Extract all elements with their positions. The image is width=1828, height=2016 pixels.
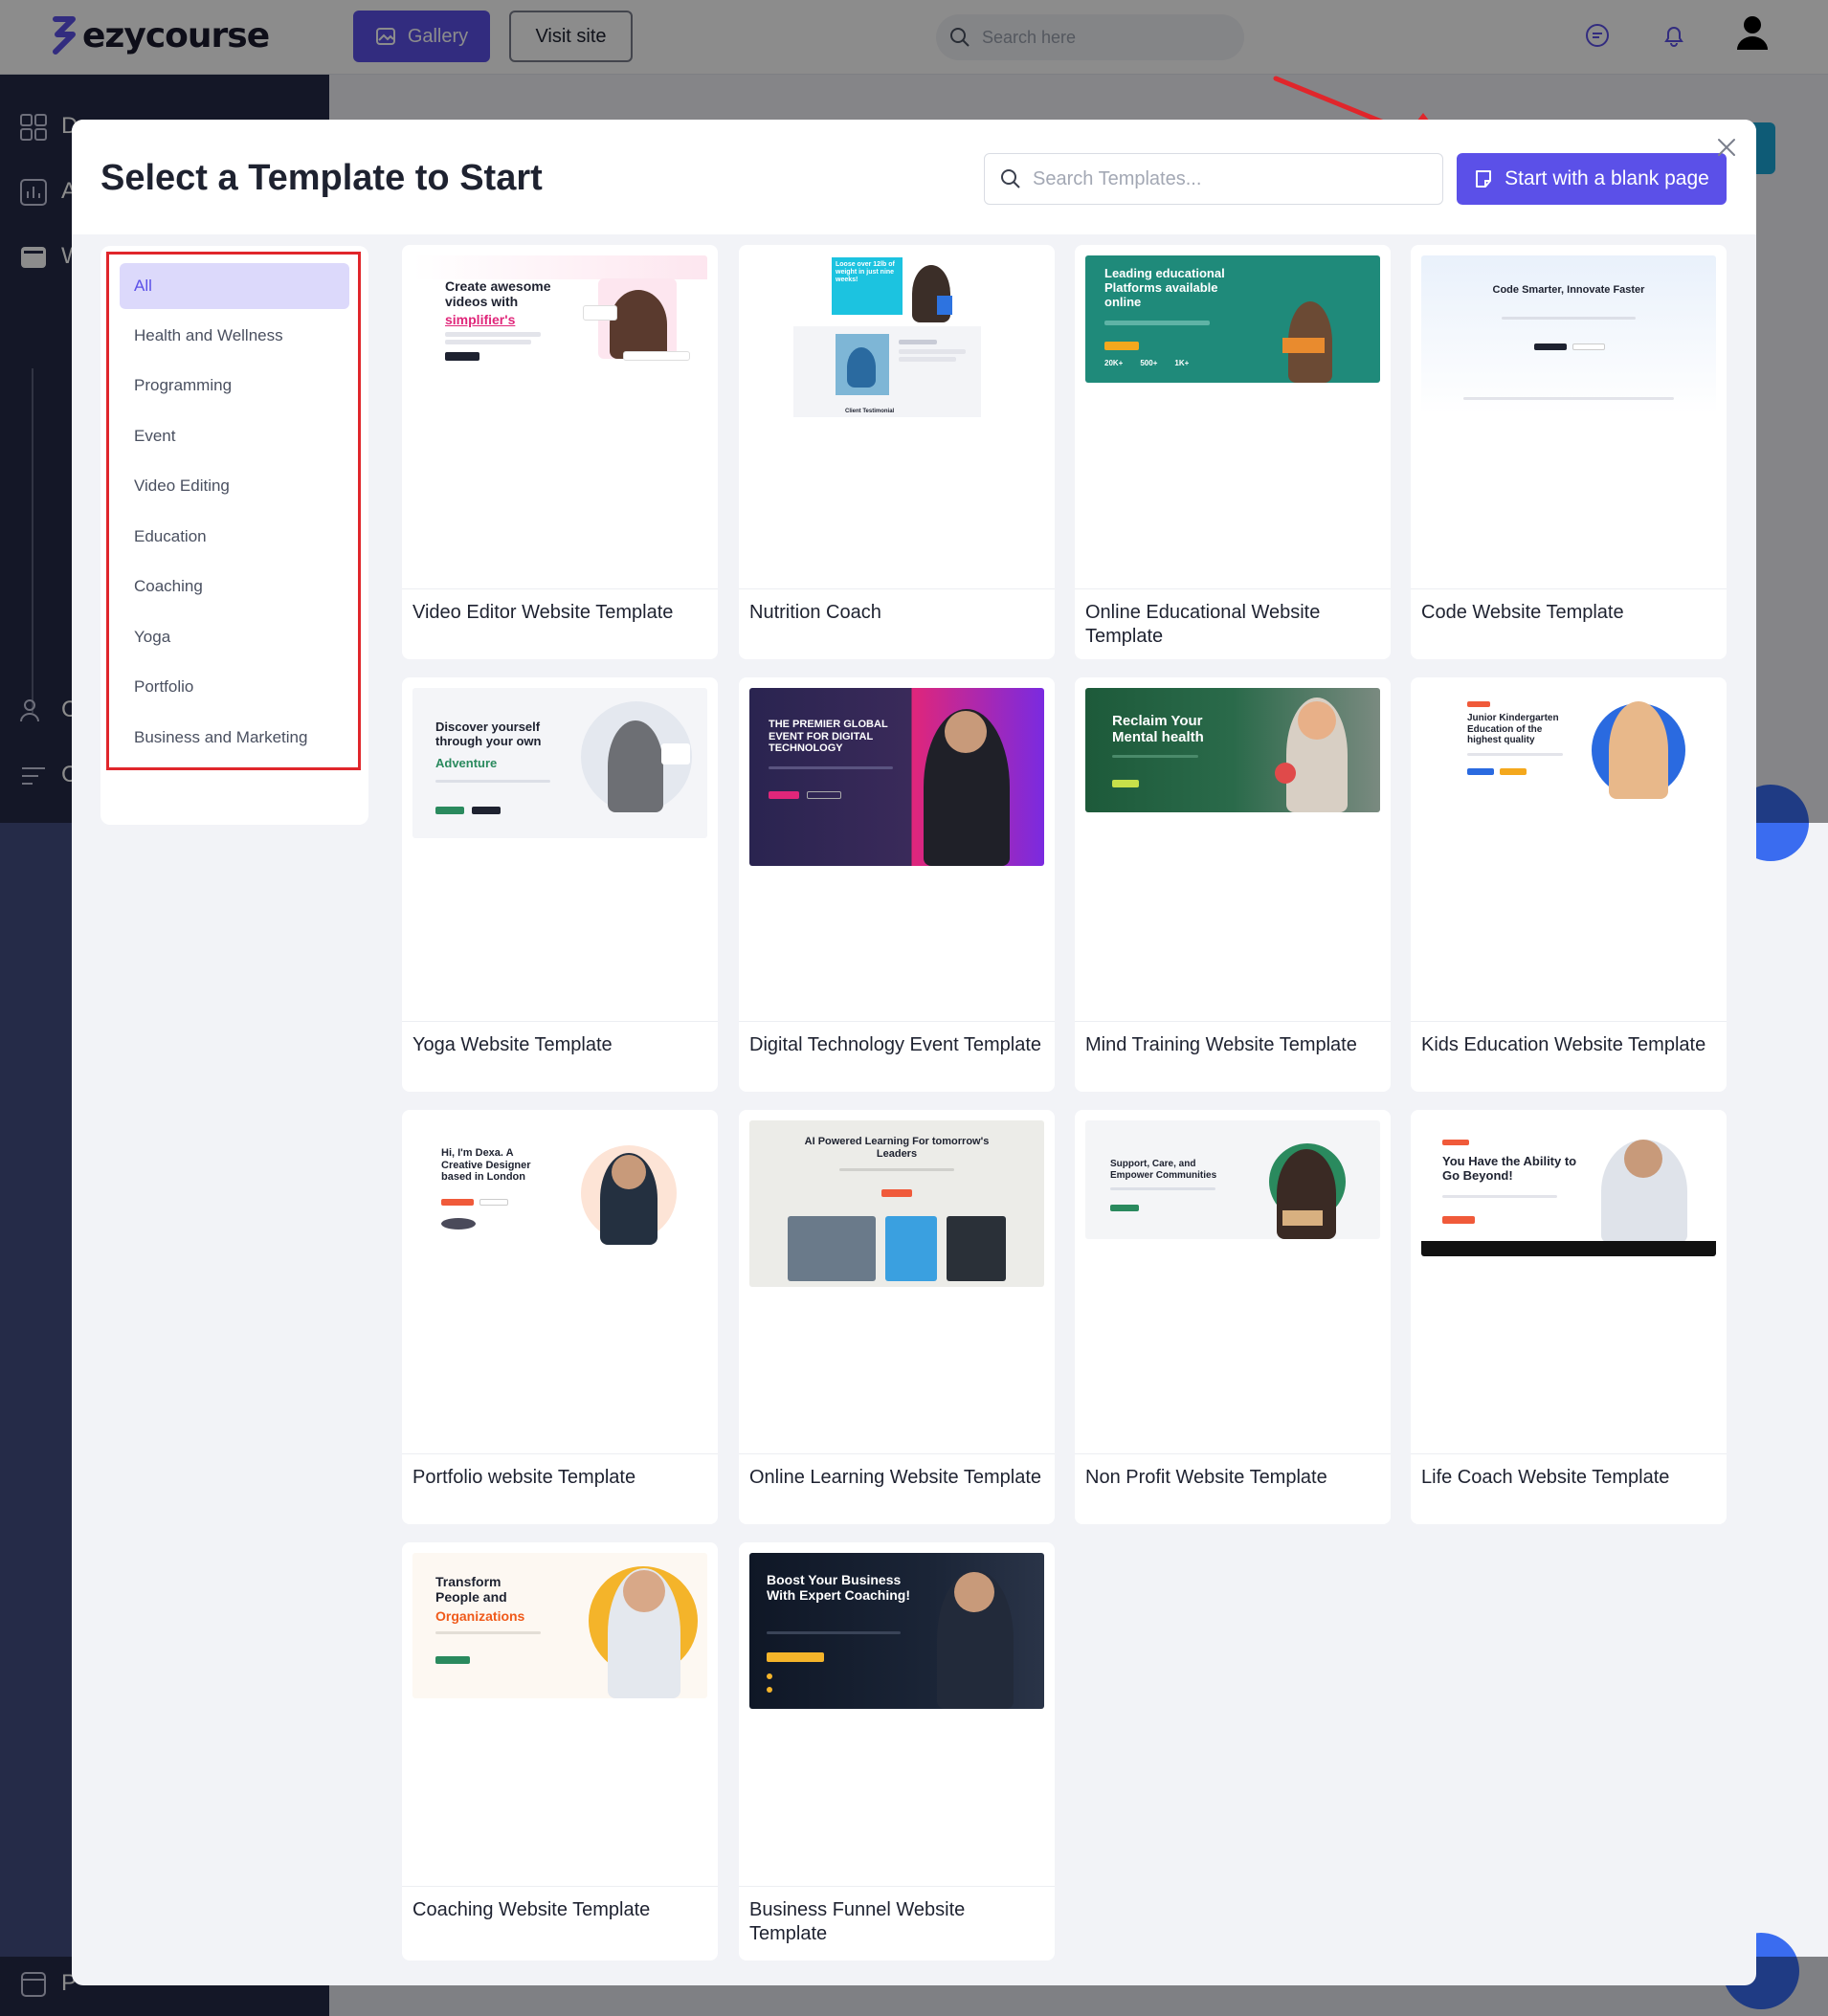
template-preview: You Have the Ability to Go Beyond! (1411, 1110, 1727, 1454)
template-title: Life Coach Website Template (1421, 1467, 1670, 1488)
template-search-field[interactable] (984, 153, 1443, 205)
category-health-and-wellness[interactable]: Health and Wellness (120, 313, 349, 359)
template-thumbnail: Reclaim Your Mental health (1085, 688, 1380, 812)
template-title: Portfolio website Template (412, 1467, 636, 1488)
template-search-input[interactable] (1033, 167, 1416, 190)
template-preview: AI Powered Learning For tomorrow's Leade… (739, 1110, 1055, 1454)
thumbnail-heading: Hi, I'm Dexa. A Creative Designer based … (441, 1147, 531, 1184)
template-title: Mind Training Website Template (1085, 1034, 1357, 1055)
thumbnail-accent: Organizations (435, 1608, 525, 1624)
template-title: Online Learning Website Template (749, 1467, 1041, 1488)
thumbnail-accent: Adventure (435, 756, 498, 770)
template-card[interactable]: Loose over 12lb of weight in just nine w… (739, 245, 1055, 659)
template-card[interactable]: Support, Care, and Empower Communities N… (1075, 1110, 1391, 1524)
blank-page-icon (1476, 170, 1492, 188)
thumbnail-heading: Support, Care, and Empower Communities (1110, 1159, 1217, 1181)
template-card[interactable]: Transform People and Organizations Coach… (402, 1542, 718, 1961)
template-card[interactable]: Leading educational Platforms available … (1075, 245, 1391, 659)
template-thumbnail: Transform People and Organizations (412, 1553, 707, 1698)
template-picker-modal: Select a Template to Start Start with a … (72, 120, 1756, 1985)
template-thumbnail: Boost Your Business With Expert Coaching… (749, 1553, 1044, 1709)
template-title: Video Editor Website Template (412, 602, 674, 623)
template-title: Business Funnel Website Template (749, 1899, 966, 1944)
thumbnail-heading: Loose over 12lb of weight in just nine w… (836, 261, 895, 284)
template-title: Kids Education Website Template (1421, 1034, 1706, 1055)
template-title: Coaching Website Template (412, 1899, 651, 1920)
modal-title: Select a Template to Start (100, 158, 543, 198)
template-card[interactable]: Boost Your Business With Expert Coaching… (739, 1542, 1055, 1961)
thumbnail-heading: Create awesome videos with (445, 278, 551, 310)
thumbnail-subheading: Client Testimonial (845, 409, 895, 414)
template-title: Nutrition Coach (749, 602, 881, 623)
template-thumbnail: Leading educational Platforms available … (1085, 255, 1380, 383)
category-education[interactable]: Education (120, 514, 349, 560)
thumbnail-stat: 20K+ (1104, 359, 1124, 367)
template-thumbnail: Junior Kindergarten Education of the hig… (1421, 688, 1716, 812)
thumbnail-heading: Transform People and (435, 1574, 507, 1606)
thumbnail-accent: simplifier's (445, 312, 516, 327)
template-thumbnail: Code Smarter, Innovate Faster (1421, 255, 1716, 414)
template-card[interactable]: Create awesome videos with simplifier's … (402, 245, 718, 659)
category-video-editing[interactable]: Video Editing (120, 463, 349, 509)
thumbnail-stat: 500+ (1140, 359, 1158, 367)
category-business-and-marketing[interactable]: Business and Marketing (120, 715, 349, 761)
thumbnail-heading: Code Smarter, Innovate Faster (1492, 284, 1645, 296)
template-card[interactable]: You Have the Ability to Go Beyond! Life … (1411, 1110, 1727, 1524)
template-thumbnail: AI Powered Learning For tomorrow's Leade… (749, 1120, 1044, 1287)
template-preview: Junior Kindergarten Education of the hig… (1411, 677, 1727, 1022)
template-card[interactable]: Code Smarter, Innovate Faster Code Websi… (1411, 245, 1727, 659)
template-thumbnail: You Have the Ability to Go Beyond! (1421, 1120, 1716, 1256)
template-card[interactable]: Junior Kindergarten Education of the hig… (1411, 677, 1727, 1092)
category-portfolio[interactable]: Portfolio (120, 664, 349, 710)
thumbnail-heading: Discover yourself through your own (435, 720, 542, 748)
template-thumbnail: Discover yourself through your own Adven… (412, 688, 707, 838)
template-preview: Transform People and Organizations (402, 1542, 718, 1887)
thumbnail-heading: Boost Your Business With Expert Coaching… (767, 1572, 910, 1604)
template-preview: Reclaim Your Mental health (1075, 677, 1391, 1022)
template-title: Non Profit Website Template (1085, 1467, 1327, 1488)
template-preview: Discover yourself through your own Adven… (402, 677, 718, 1022)
template-thumbnail: THE PREMIER GLOBAL EVENT FOR DIGITAL TEC… (749, 688, 1044, 866)
template-preview: Support, Care, and Empower Communities (1075, 1110, 1391, 1454)
thumbnail-heading: You Have the Ability to Go Beyond! (1442, 1154, 1577, 1183)
template-preview: Boost Your Business With Expert Coaching… (739, 1542, 1055, 1887)
template-preview: Create awesome videos with simplifier's (402, 245, 718, 589)
close-icon[interactable] (1714, 135, 1739, 160)
template-preview: Leading educational Platforms available … (1075, 245, 1391, 589)
template-title: Digital Technology Event Template (749, 1034, 1041, 1055)
template-title: Code Website Template (1421, 602, 1624, 623)
category-yoga[interactable]: Yoga (120, 614, 349, 660)
search-icon (1001, 169, 1020, 188)
template-thumbnail: Hi, I'm Dexa. A Creative Designer based … (412, 1120, 707, 1254)
template-card[interactable]: THE PREMIER GLOBAL EVENT FOR DIGITAL TEC… (739, 677, 1055, 1092)
template-thumbnail: Loose over 12lb of weight in just nine w… (793, 255, 981, 426)
template-preview: Hi, I'm Dexa. A Creative Designer based … (402, 1110, 718, 1454)
template-title: Online Educational Website Template (1085, 602, 1321, 647)
category-programming[interactable]: Programming (120, 363, 349, 409)
template-title: Yoga Website Template (412, 1034, 613, 1055)
thumbnail-heading: Reclaim Your Mental health (1112, 713, 1204, 746)
modal-header: Select a Template to Start Start with a … (72, 120, 1756, 234)
template-preview: THE PREMIER GLOBAL EVENT FOR DIGITAL TEC… (739, 677, 1055, 1022)
thumbnail-heading: Junior Kindergarten Education of the hig… (1467, 713, 1559, 745)
thumbnail-heading: THE PREMIER GLOBAL EVENT FOR DIGITAL TEC… (769, 719, 888, 755)
category-coaching[interactable]: Coaching (120, 564, 349, 609)
template-card[interactable]: Discover yourself through your own Adven… (402, 677, 718, 1092)
start-blank-page-label: Start with a blank page (1505, 167, 1709, 189)
thumbnail-heading: Leading educational Platforms available … (1104, 266, 1225, 309)
template-preview: Code Smarter, Innovate Faster (1411, 245, 1727, 589)
category-all[interactable]: All (120, 263, 349, 309)
template-card[interactable]: Hi, I'm Dexa. A Creative Designer based … (402, 1110, 718, 1524)
template-thumbnail: Create awesome videos with simplifier's (412, 255, 707, 370)
template-thumbnail: Support, Care, and Empower Communities (1085, 1120, 1380, 1239)
thumbnail-heading: AI Powered Learning For tomorrow's Leade… (804, 1136, 990, 1160)
thumbnail-stat: 1K+ (1174, 359, 1190, 367)
template-card[interactable]: Reclaim Your Mental health Mind Training… (1075, 677, 1391, 1092)
category-event[interactable]: Event (120, 413, 349, 459)
template-card[interactable]: AI Powered Learning For tomorrow's Leade… (739, 1110, 1055, 1524)
start-blank-page-button[interactable]: Start with a blank page (1457, 153, 1727, 205)
template-preview: Loose over 12lb of weight in just nine w… (739, 245, 1055, 589)
